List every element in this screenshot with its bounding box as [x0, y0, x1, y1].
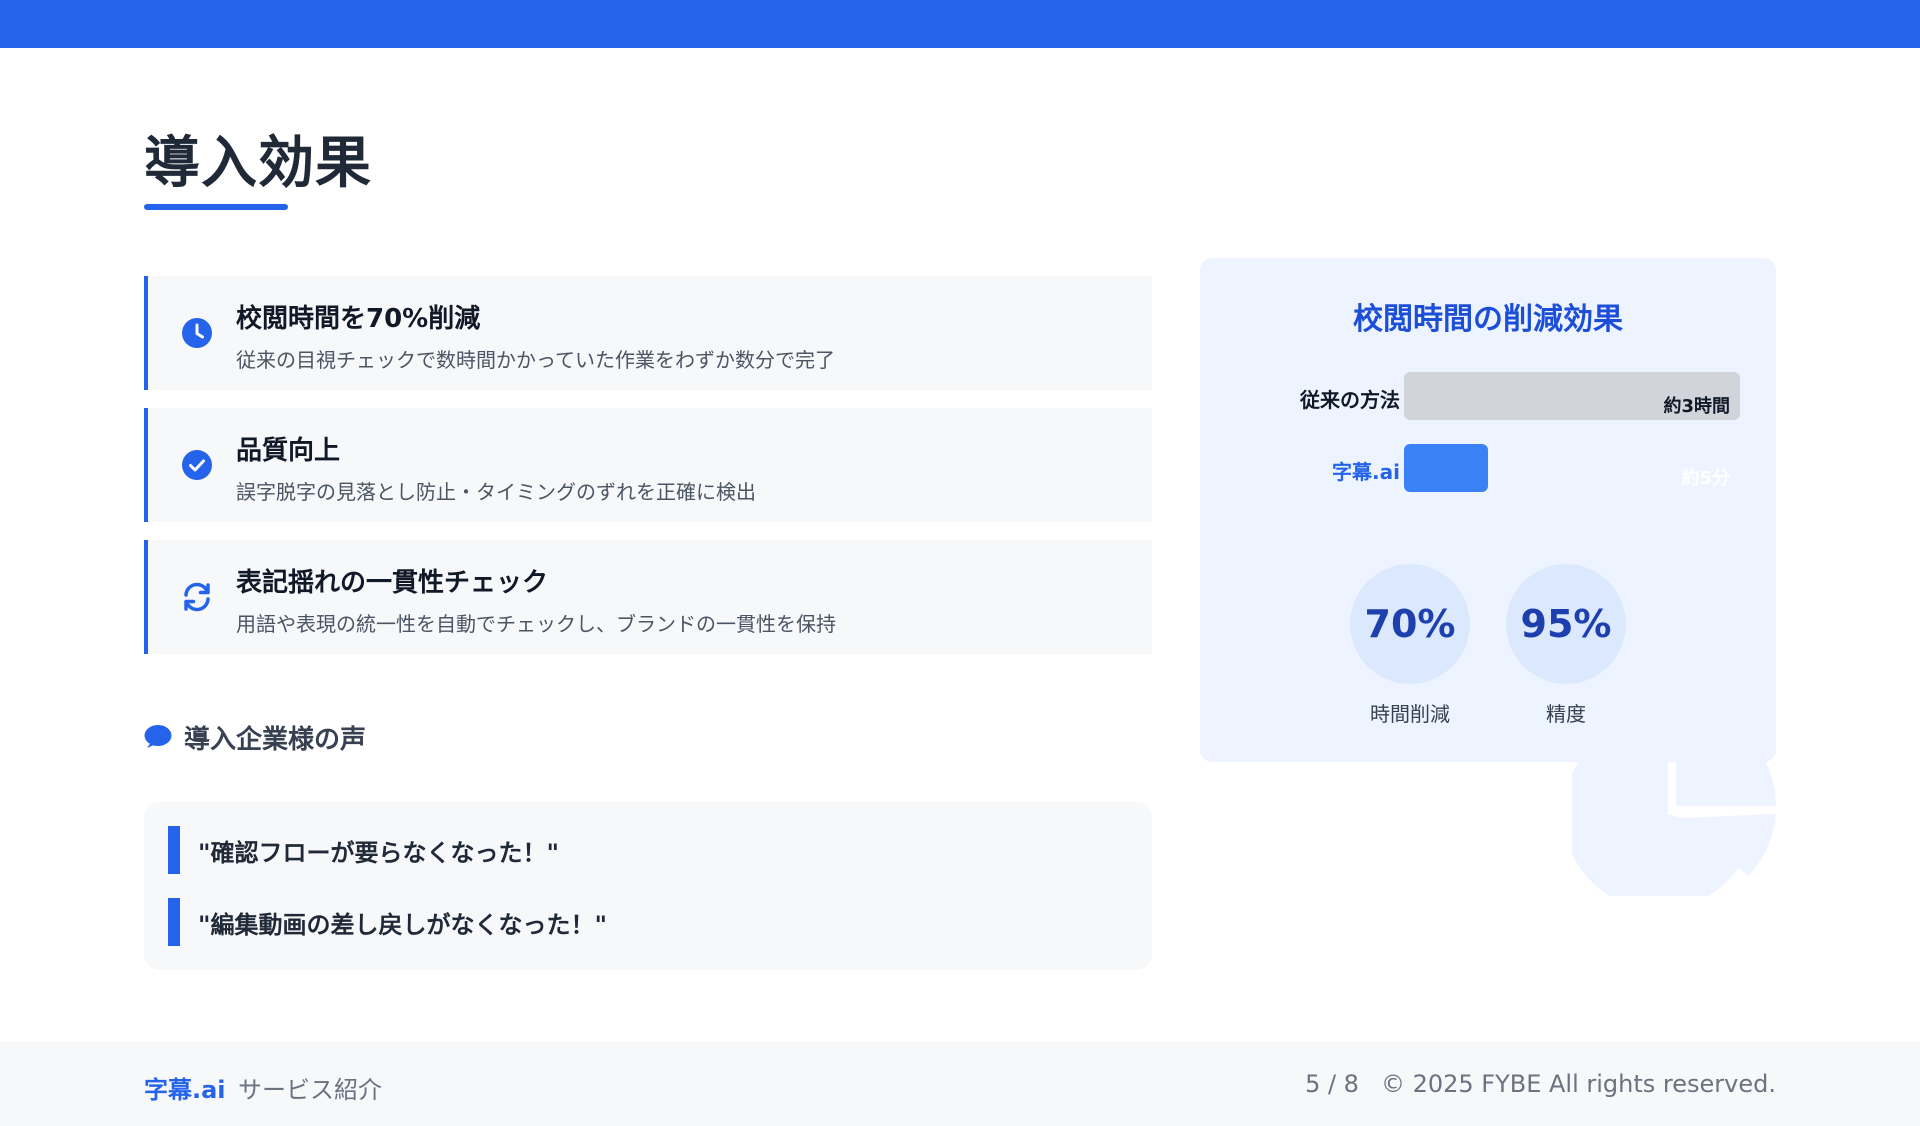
stat-label-time: 時間削減	[1370, 702, 1450, 726]
page-indicator: 5 / 8	[1305, 1070, 1359, 1098]
stat-circle-time: 70%	[1350, 564, 1470, 684]
footer: 字幕.ai サービス紹介 5 / 8 © 2025 FYBE All rights…	[0, 1042, 1920, 1126]
stat-circle-accuracy: 95%	[1506, 564, 1626, 684]
quote-text: "確認フローが要らなくなった！"	[198, 838, 560, 867]
bar-label-traditional: 従来の方法	[1300, 388, 1400, 412]
comment-icon	[144, 725, 172, 748]
footer-subtitle: サービス紹介	[238, 1076, 382, 1104]
quote-bar	[168, 826, 180, 874]
feature-title: 校閲時間を70%削減	[236, 304, 481, 334]
effect-panel: 校閲時間の削減効果 従来の方法 約3時間 字幕.ai 約5分 70% 時間削減 …	[1200, 258, 1776, 762]
quote-item: "編集動画の差し戻しがなくなった！"	[168, 898, 607, 946]
title-underline	[144, 204, 288, 210]
bar-label-product: 字幕.ai	[1332, 460, 1400, 484]
feature-card-consistency: 表記揺れの一貫性チェック 用語や表現の統一性を自動でチェックし、ブランドの一貫性…	[144, 540, 1152, 654]
top-accent-bar	[0, 0, 1920, 48]
quote-item: "確認フローが要らなくなった！"	[168, 826, 559, 874]
feature-description: 誤字脱字の見落とし防止・タイミングのずれを正確に検出	[236, 480, 756, 504]
check-circle-icon	[182, 450, 212, 480]
bar-value-traditional: 約3時間	[1663, 396, 1730, 417]
pie-chart-icon	[1572, 706, 1776, 896]
bar-value-product: 約5分	[1681, 468, 1730, 489]
quote-text: "編集動画の差し戻しがなくなった！"	[198, 910, 608, 939]
voices-box: "確認フローが要らなくなった！" "編集動画の差し戻しがなくなった！"	[144, 802, 1152, 970]
feature-description: 従来の目視チェックで数時間かかっていた作業をわずか数分で完了	[236, 348, 835, 372]
voices-heading: 導入企業様の声	[144, 720, 367, 755]
footer-brand: 字幕.ai	[144, 1076, 226, 1104]
feature-card-time-reduction: 校閲時間を70%削減 従来の目視チェックで数時間かかっていた作業をわずか数分で完…	[144, 276, 1152, 390]
sync-icon	[184, 582, 210, 612]
feature-description: 用語や表現の統一性を自動でチェックし、ブランドの一貫性を保持	[236, 612, 836, 636]
bar-fill-product	[1404, 444, 1488, 492]
clock-icon	[182, 318, 212, 348]
voices-heading-text: 導入企業様の声	[184, 724, 367, 755]
copyright: © 2025 FYBE All rights reserved.	[1380, 1070, 1776, 1098]
page-title: 導入効果	[144, 131, 372, 196]
bar-traditional: 約3時間	[1404, 372, 1740, 420]
footer-right: 5 / 8 © 2025 FYBE All rights reserved.	[1305, 1070, 1776, 1098]
effect-title: 校閲時間の削減効果	[1353, 302, 1623, 337]
quote-bar	[168, 898, 180, 946]
feature-title: 表記揺れの一貫性チェック	[236, 568, 549, 598]
feature-title: 品質向上	[236, 436, 341, 466]
feature-card-quality: 品質向上 誤字脱字の見落とし防止・タイミングのずれを正確に検出	[144, 408, 1152, 522]
bar-product: 約5分	[1404, 444, 1740, 492]
